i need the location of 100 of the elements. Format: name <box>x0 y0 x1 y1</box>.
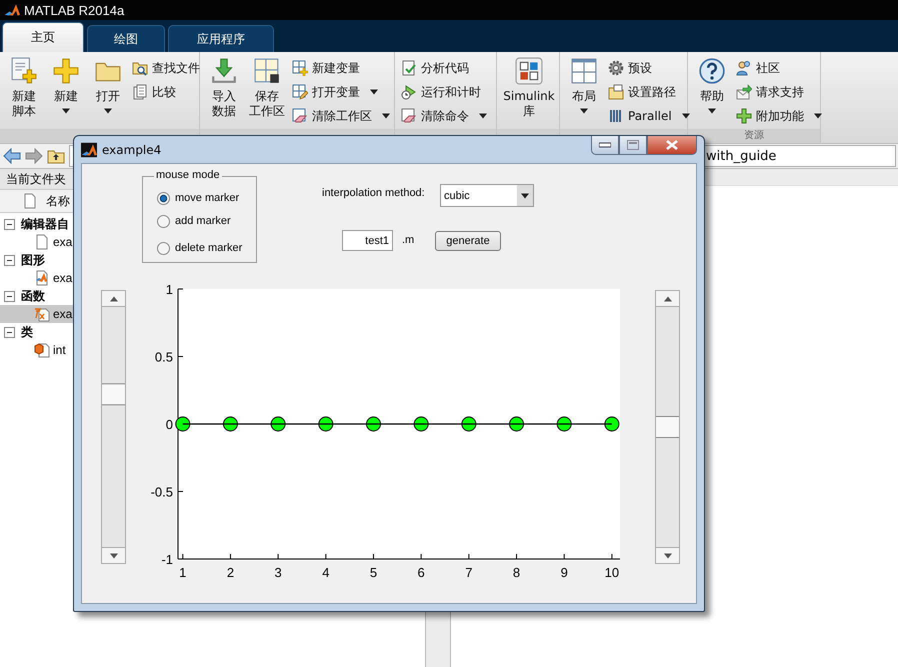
slider-thumb[interactable] <box>102 383 125 406</box>
slider-thumb[interactable] <box>656 416 679 438</box>
collapse-icon[interactable] <box>4 254 15 266</box>
window-title: MATLAB R2014a <box>24 2 124 18</box>
tab[interactable]: 应用程序 <box>168 25 274 52</box>
scroll-down-button[interactable] <box>656 547 679 563</box>
tick-label: 0 <box>166 417 173 432</box>
tick-label: 3 <box>274 565 282 580</box>
window-title: example4 <box>102 142 162 156</box>
scroll-down-button[interactable] <box>102 547 125 563</box>
tick-label: 8 <box>512 565 520 580</box>
caret-icon <box>521 192 529 200</box>
document-plus-icon <box>10 57 38 85</box>
tick-label: 4 <box>322 565 330 580</box>
ribbon-button[interactable]: 查找文件 <box>132 59 200 77</box>
ribbon-button[interactable]: 预设 <box>608 59 690 77</box>
marker[interactable] <box>270 416 286 432</box>
dropdown[interactable]: cubic <box>440 184 534 207</box>
tree-item[interactable]: 编辑器自 <box>21 216 69 232</box>
eraser-icon <box>401 108 417 124</box>
marker[interactable] <box>556 416 572 432</box>
down-arrow-icon <box>664 552 672 560</box>
ribbon-button[interactable]: 新建 脚本 <box>6 57 42 129</box>
marker[interactable] <box>175 416 190 432</box>
marker[interactable] <box>509 416 524 432</box>
marker[interactable] <box>461 416 476 432</box>
marker[interactable] <box>366 416 381 432</box>
down-arrow-icon <box>110 552 118 560</box>
tick-label: 6 <box>418 565 425 580</box>
blocks-icon <box>515 57 543 85</box>
tree-item[interactable]: 函数 <box>21 288 45 304</box>
forward-arrow-icon <box>25 147 43 165</box>
collapse-icon[interactable] <box>4 326 15 338</box>
tree-item[interactable]: exa <box>53 235 72 249</box>
documents-icon <box>132 84 148 100</box>
scroll-up-button[interactable] <box>656 291 679 307</box>
ribbon-button[interactable]: 附加功能 <box>736 107 822 125</box>
maximize-button[interactable] <box>619 136 647 155</box>
tab[interactable]: 绘图 <box>87 25 165 52</box>
ribbon-button[interactable]: 帮助 <box>694 57 730 129</box>
group-title: mouse mode <box>154 169 222 181</box>
tree-item[interactable]: exa <box>53 307 72 321</box>
tree-item[interactable]: 类 <box>21 324 33 340</box>
folder-icon <box>608 84 624 100</box>
marker[interactable] <box>414 416 429 432</box>
ribbon-button[interactable]: Simulink 库 <box>503 57 555 129</box>
generate-button[interactable]: generate <box>435 231 501 251</box>
tick-label: 2 <box>226 565 234 580</box>
marker[interactable] <box>222 416 238 432</box>
ribbon-button[interactable]: 社区 <box>736 59 822 77</box>
ribbon-button[interactable]: 运行和计时 <box>401 83 487 101</box>
radio-button[interactable]: add marker <box>157 214 256 228</box>
ribbon-button[interactable]: 清除工作区 <box>292 107 390 125</box>
tick-label: 0.5 <box>154 350 173 364</box>
minimize-button[interactable] <box>591 136 619 155</box>
ribbon-button[interactable]: 打开 <box>90 57 126 129</box>
grid-plus-icon <box>292 60 308 76</box>
tick-label: 1 <box>179 565 186 580</box>
tree-item[interactable]: 图形 <box>21 252 45 268</box>
tick-label: 10 <box>604 565 620 580</box>
document-check-icon <box>401 60 417 76</box>
up-arrow-icon <box>110 294 118 302</box>
plus-icon <box>52 57 80 85</box>
column-title[interactable]: 名称 <box>46 192 70 210</box>
ribbon-button[interactable]: 导入 数据 <box>206 57 242 129</box>
ribbon-button[interactable]: 保存 工作区 <box>248 57 286 129</box>
collapse-icon[interactable] <box>4 218 15 230</box>
window-layout-icon <box>570 57 598 85</box>
ribbon-button[interactable]: 布局 <box>566 57 602 129</box>
marker[interactable] <box>604 416 620 432</box>
slider[interactable] <box>655 290 680 564</box>
radio-button[interactable]: delete marker <box>157 241 256 255</box>
download-arrow-icon <box>210 57 238 85</box>
scroll-up-button[interactable] <box>102 291 125 307</box>
file-icon <box>34 234 50 250</box>
ribbon-button[interactable]: 打开变量 <box>292 83 390 101</box>
radio-button[interactable]: move marker <box>157 191 256 205</box>
slider[interactable] <box>101 290 126 564</box>
ribbon-button[interactable]: 设置路径 <box>608 83 690 101</box>
tree-item[interactable]: int <box>53 343 66 357</box>
ribbon-button[interactable]: 比较 <box>132 83 200 101</box>
ribbon-button[interactable]: 清除命令 <box>401 107 487 125</box>
field-label: interpolation method: <box>322 187 425 199</box>
ribbon-button[interactable]: 新建变量 <box>292 59 390 77</box>
panel-title: 当前文件夹 <box>6 170 66 188</box>
ribbon-button[interactable]: 新建 <box>48 57 84 129</box>
tree-item[interactable]: exa <box>53 271 72 285</box>
function-file-icon <box>34 306 50 322</box>
input-field[interactable]: test1 <box>342 230 393 251</box>
ribbon-button[interactable]: 分析代码 <box>401 59 487 77</box>
ribbon-button[interactable]: Parallel <box>608 107 690 125</box>
marker[interactable] <box>318 416 334 432</box>
close-button[interactable] <box>647 136 697 155</box>
extension-label: .m <box>402 234 414 246</box>
ribbon-button[interactable]: 请求支持 <box>736 83 822 101</box>
plus-icon <box>736 108 752 124</box>
tab[interactable]: 主页 <box>2 22 84 52</box>
tick-label: 7 <box>465 565 472 580</box>
collapse-icon[interactable] <box>4 290 15 302</box>
folder-search-icon <box>132 60 148 76</box>
